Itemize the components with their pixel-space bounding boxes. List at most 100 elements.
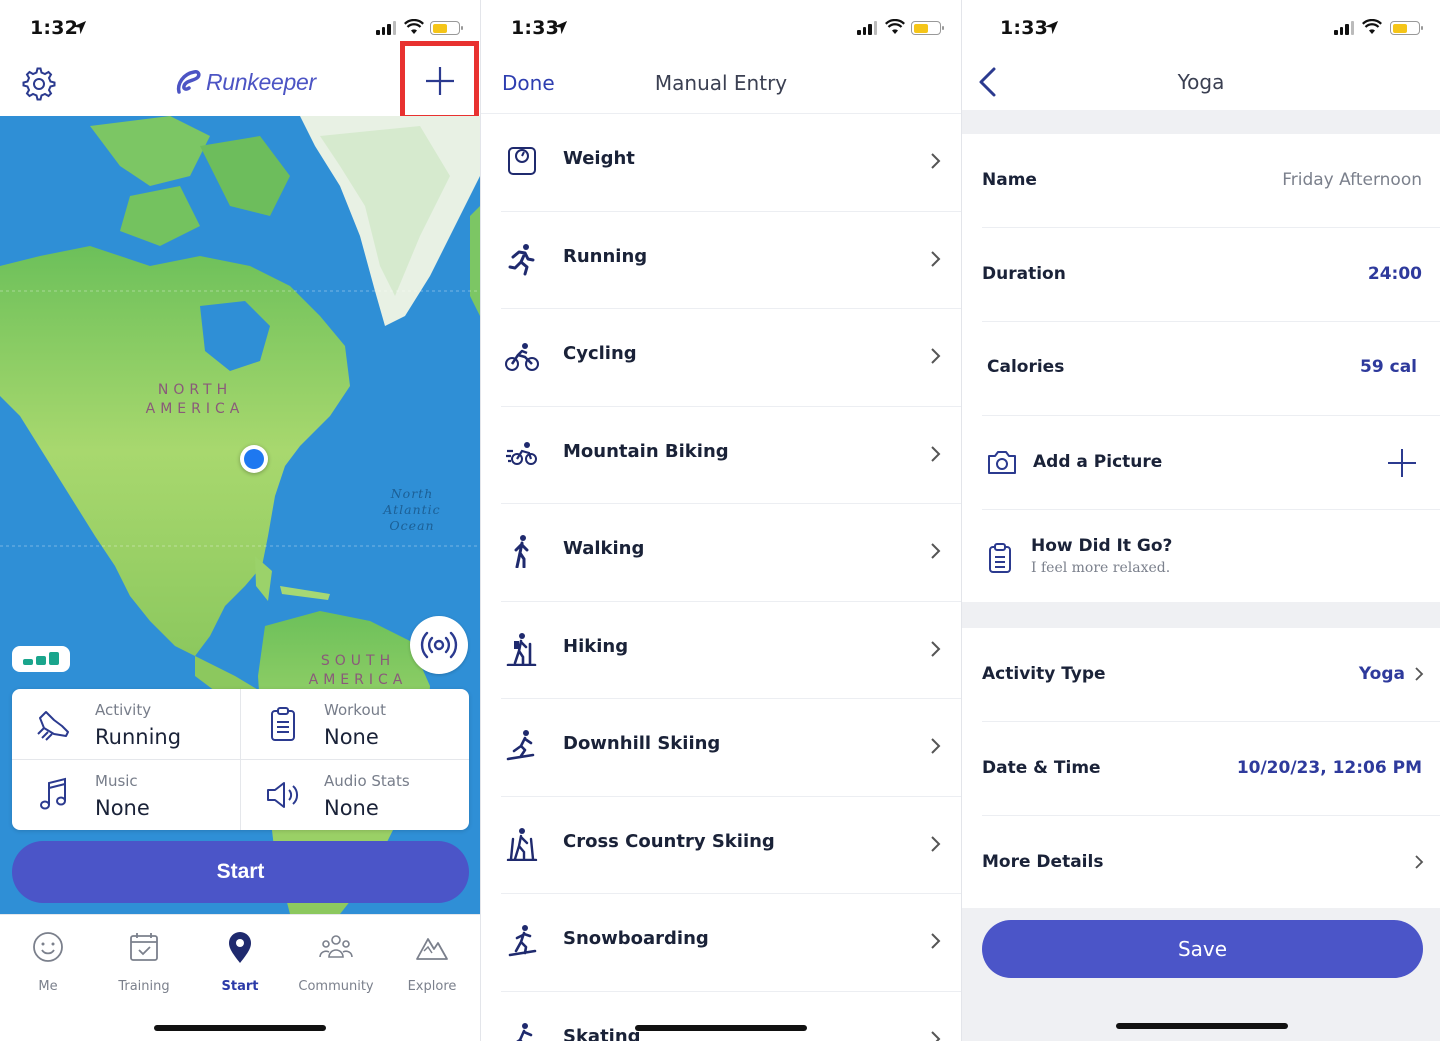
status-bar: 1:33 (962, 0, 1440, 58)
start-button[interactable]: Start (12, 841, 469, 903)
list-item-label: Downhill Skiing (563, 733, 721, 754)
tab-training[interactable]: Training (96, 929, 192, 994)
battery-icon (430, 21, 463, 35)
scale-icon (508, 147, 536, 175)
battery-icon (911, 21, 944, 35)
name-row[interactable]: Name Friday Afternoon (962, 134, 1440, 228)
manual-entry-header: Manual Entry Done (481, 58, 961, 114)
music-selector[interactable]: Music None (12, 760, 240, 830)
add-picture-row[interactable]: Add a Picture (962, 416, 1440, 510)
done-button[interactable]: Done (502, 71, 555, 95)
signal-icon (857, 21, 877, 35)
workout-selector[interactable]: Workout None (241, 689, 469, 759)
plus-icon[interactable] (1387, 448, 1417, 478)
signal-icon (1334, 21, 1354, 35)
workout-value: None (324, 725, 379, 749)
activity-value: Running (95, 725, 182, 749)
map-view[interactable]: NORTH AMERICA SOUTH AMERICA North Atlant… (0, 116, 480, 914)
duration-value[interactable]: 24:00 (1368, 264, 1422, 284)
how-did-it-go-note[interactable]: I feel more relaxed. (1031, 560, 1170, 576)
clipboard-icon (271, 707, 295, 741)
activity-label: Activity (95, 701, 152, 719)
section-spacer (962, 110, 1440, 134)
home-indicator (1116, 1023, 1288, 1029)
status-time: 1:33 (1000, 17, 1049, 39)
list-item-cycling[interactable]: Cycling (481, 309, 961, 407)
cyclist-icon (505, 343, 539, 371)
map-pin-icon (229, 932, 251, 963)
smiley-icon (33, 932, 63, 962)
activity-selector[interactable]: Activity Running (12, 689, 240, 759)
add-manual-entry-button[interactable] (400, 41, 479, 120)
date-time-row[interactable]: Date & Time 10/20/23, 12:06 PM (962, 722, 1440, 816)
list-item-running[interactable]: Running (481, 212, 961, 309)
running-shoe-icon (37, 711, 69, 741)
runkeeper-logo: Runkeeper (174, 68, 316, 96)
location-arrow-icon (553, 20, 568, 35)
list-item-weight[interactable]: Weight (481, 114, 961, 212)
status-bar: 1:33 (481, 0, 961, 58)
audio-stats-selector[interactable]: Audio Stats None (241, 760, 469, 830)
gps-strength-indicator[interactable] (12, 646, 70, 672)
list-item-hiking[interactable]: Hiking (481, 602, 961, 699)
list-item-cross-country-skiing[interactable]: Cross Country Skiing (481, 797, 961, 894)
save-button[interactable]: Save (982, 920, 1423, 978)
tab-start[interactable]: Start (192, 929, 288, 994)
tab-community-label: Community (298, 979, 374, 994)
calories-label: Calories (987, 357, 1065, 377)
plus-icon (425, 66, 454, 95)
list-item-label: Running (563, 245, 648, 267)
chevron-right-icon (931, 445, 941, 462)
name-label: Name (982, 170, 1037, 190)
list-item-skating[interactable]: Skating (481, 992, 961, 1041)
mountain-icon (416, 938, 448, 960)
tab-me-label: Me (38, 979, 58, 994)
date-time-value[interactable]: 10/20/23, 12:06 PM (1237, 758, 1422, 778)
tab-me[interactable]: Me (0, 929, 96, 994)
date-time-label: Date & Time (982, 758, 1101, 778)
list-item-label: Mountain Biking (563, 440, 729, 462)
how-did-it-go-label: How Did It Go? (1031, 536, 1173, 556)
home-indicator (635, 1025, 807, 1031)
tab-explore[interactable]: Explore (384, 929, 480, 994)
snowboarder-icon (508, 925, 537, 957)
activity-type-value: Yoga (1358, 664, 1405, 684)
broadcast-icon (420, 631, 458, 659)
battery-icon (1390, 21, 1423, 35)
settings-gear-icon[interactable] (22, 67, 56, 101)
camera-icon (988, 451, 1016, 474)
bottom-tab-bar: Me Training Start Community Explore (0, 914, 480, 1041)
wifi-icon (885, 19, 905, 34)
calories-value[interactable]: 59 cal (1360, 357, 1417, 377)
duration-row[interactable]: Duration 24:00 (962, 228, 1440, 322)
more-details-label: More Details (982, 852, 1104, 872)
current-location-dot (240, 445, 268, 473)
location-arrow-icon (72, 20, 87, 35)
runner-icon (508, 243, 535, 275)
list-item-walking[interactable]: Walking (481, 504, 961, 602)
more-details-row[interactable]: More Details (962, 816, 1440, 910)
manual-entry-screen: 1:33 Manual Entry Done Weight Running Cy… (481, 0, 961, 1041)
location-arrow-icon (1044, 20, 1059, 35)
list-item-downhill-skiing[interactable]: Downhill Skiing (481, 699, 961, 797)
ocean-label: North Atlantic Ocean (383, 486, 441, 533)
skier-icon (506, 730, 535, 761)
live-tracking-button[interactable] (410, 616, 468, 674)
list-item-label: Cross Country Skiing (563, 830, 775, 852)
calories-row[interactable]: Calories 59 cal (962, 322, 1440, 416)
name-input[interactable]: Friday Afternoon (1282, 170, 1422, 190)
activity-type-row[interactable]: Activity Type Yoga (962, 628, 1440, 722)
tab-explore-label: Explore (407, 979, 457, 994)
mountain-bike-icon (506, 441, 537, 465)
list-item-label: Walking (563, 538, 645, 559)
wifi-icon (1362, 19, 1382, 34)
north-america-label: NORTH AMERICA (145, 382, 245, 417)
list-item-snowboarding[interactable]: Snowboarding (481, 894, 961, 992)
how-did-it-go-row[interactable]: How Did It Go? I feel more relaxed. (962, 510, 1440, 604)
list-item-mountain-biking[interactable]: Mountain Biking (481, 407, 961, 504)
chevron-right-icon (931, 153, 941, 169)
tab-community[interactable]: Community (288, 929, 384, 994)
back-chevron-icon[interactable] (976, 66, 998, 98)
list-item-label: Cycling (563, 343, 637, 364)
chevron-right-icon (1415, 667, 1424, 681)
